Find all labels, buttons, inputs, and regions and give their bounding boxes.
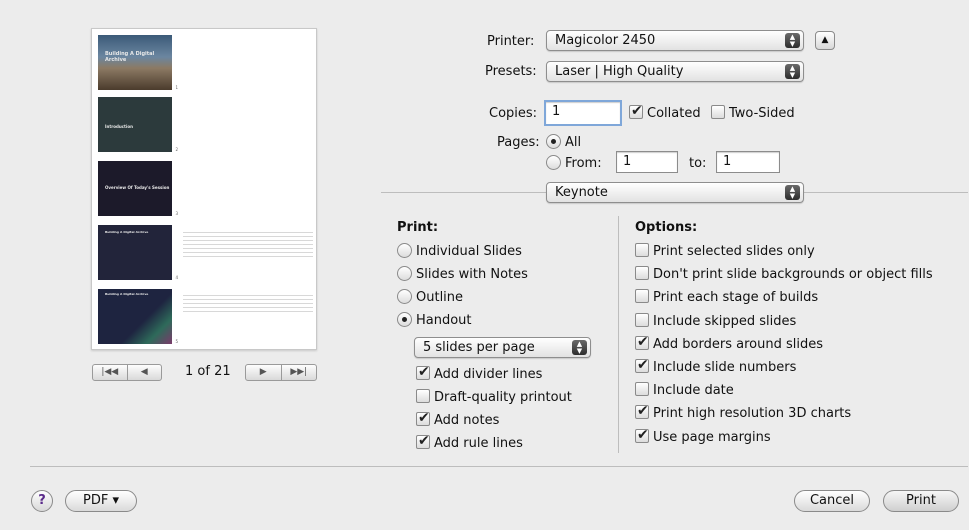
handout-notes xyxy=(183,292,313,314)
footer-divider xyxy=(30,466,968,467)
include-date-checkbox[interactable]: Include date xyxy=(635,382,734,398)
disclosure-button[interactable]: ▲ xyxy=(815,31,835,50)
page-indicator: 1 of 21 xyxy=(185,364,231,379)
handout-layout-popup[interactable]: 5 slides per page ▲ ▼ xyxy=(414,337,591,358)
include-skipped-checkbox[interactable]: Include skipped slides xyxy=(635,313,796,329)
slide-thumbnail: Building A Digital Archive 1 xyxy=(98,35,178,90)
updown-arrows-icon: ▲ ▼ xyxy=(785,185,800,200)
presets-popup[interactable]: Laser | High Quality ▲ ▼ xyxy=(546,61,804,82)
section-popup[interactable]: Keynote ▲ ▼ xyxy=(546,182,804,203)
question-icon: ? xyxy=(38,493,46,508)
preview-forward-buttons[interactable]: ▶ ▶▶| xyxy=(245,364,317,381)
outline-radio[interactable]: Outline xyxy=(397,289,463,305)
copies-label: Copies: xyxy=(489,106,538,121)
handout-radio[interactable]: Handout xyxy=(397,312,472,328)
no-backgrounds-checkbox[interactable]: Don't print slide backgrounds or object … xyxy=(635,266,933,282)
slide-thumbnail: Building A Digital Archive 5 xyxy=(98,289,178,344)
section-divider xyxy=(381,192,546,193)
pages-all-radio[interactable]: All xyxy=(546,134,581,150)
previous-page-icon[interactable]: ◀ xyxy=(126,365,162,380)
add-notes-checkbox[interactable]: Add notes xyxy=(416,410,499,428)
copies-input[interactable]: 1 xyxy=(544,100,622,126)
pages-from-radio[interactable]: From: xyxy=(546,155,602,171)
add-divider-lines-checkbox[interactable]: Add divider lines xyxy=(416,364,542,382)
last-page-icon[interactable]: ▶▶| xyxy=(280,365,317,380)
add-borders-checkbox[interactable]: Add borders around slides xyxy=(635,334,823,352)
options-heading: Options: xyxy=(635,220,698,235)
slide-thumbnail: Introduction 2 xyxy=(98,97,178,152)
print-each-stage-checkbox[interactable]: Print each stage of builds xyxy=(635,289,818,305)
slide-thumbnail: Overview Of Today's Session 3 xyxy=(98,161,178,216)
updown-arrows-icon: ▲ ▼ xyxy=(785,64,800,79)
pages-to-label: to: xyxy=(689,156,707,171)
add-rule-lines-checkbox[interactable]: Add rule lines xyxy=(416,433,523,451)
pages-label: Pages: xyxy=(497,135,540,150)
include-slide-numbers-checkbox[interactable]: Include slide numbers xyxy=(635,357,796,375)
printer-popup[interactable]: Magicolor 2450 ▲ ▼ xyxy=(546,30,804,51)
first-page-icon[interactable]: |◀◀ xyxy=(93,365,127,380)
updown-arrows-icon: ▲ ▼ xyxy=(572,340,587,355)
use-page-margins-checkbox[interactable]: Use page margins xyxy=(635,427,771,445)
high-res-3d-charts-checkbox[interactable]: Print high resolution 3D charts xyxy=(635,403,851,421)
presets-label: Presets: xyxy=(485,64,537,79)
two-sided-checkbox[interactable]: Two-Sided xyxy=(711,105,795,121)
printer-label: Printer: xyxy=(487,34,535,49)
next-page-icon[interactable]: ▶ xyxy=(246,365,281,380)
cancel-button[interactable]: Cancel xyxy=(794,490,870,512)
slide-thumbnail: Building A Digital Archive 4 xyxy=(98,225,178,280)
slides-with-notes-radio[interactable]: Slides with Notes xyxy=(397,266,528,282)
print-button[interactable]: Print xyxy=(883,490,959,512)
print-preview: Building A Digital Archive 1 Introductio… xyxy=(91,28,317,350)
pdf-menu-button[interactable]: PDF ▾ xyxy=(65,490,137,512)
print-heading: Print: xyxy=(397,220,439,235)
updown-arrows-icon: ▲ ▼ xyxy=(785,33,800,48)
pages-to-input[interactable]: 1 xyxy=(716,151,780,173)
handout-notes xyxy=(183,229,313,259)
individual-slides-radio[interactable]: Individual Slides xyxy=(397,243,522,259)
triangle-up-icon: ▲ xyxy=(821,35,829,45)
help-button[interactable]: ? xyxy=(31,490,53,512)
section-divider xyxy=(804,192,968,193)
column-divider xyxy=(618,216,619,453)
preview-back-buttons[interactable]: |◀◀ ◀ xyxy=(92,364,162,381)
collated-checkbox[interactable]: Collated xyxy=(629,103,701,121)
pages-from-input[interactable]: 1 xyxy=(616,151,678,173)
print-selected-slides-checkbox[interactable]: Print selected slides only xyxy=(635,243,815,259)
draft-quality-checkbox[interactable]: Draft-quality printout xyxy=(416,389,572,405)
